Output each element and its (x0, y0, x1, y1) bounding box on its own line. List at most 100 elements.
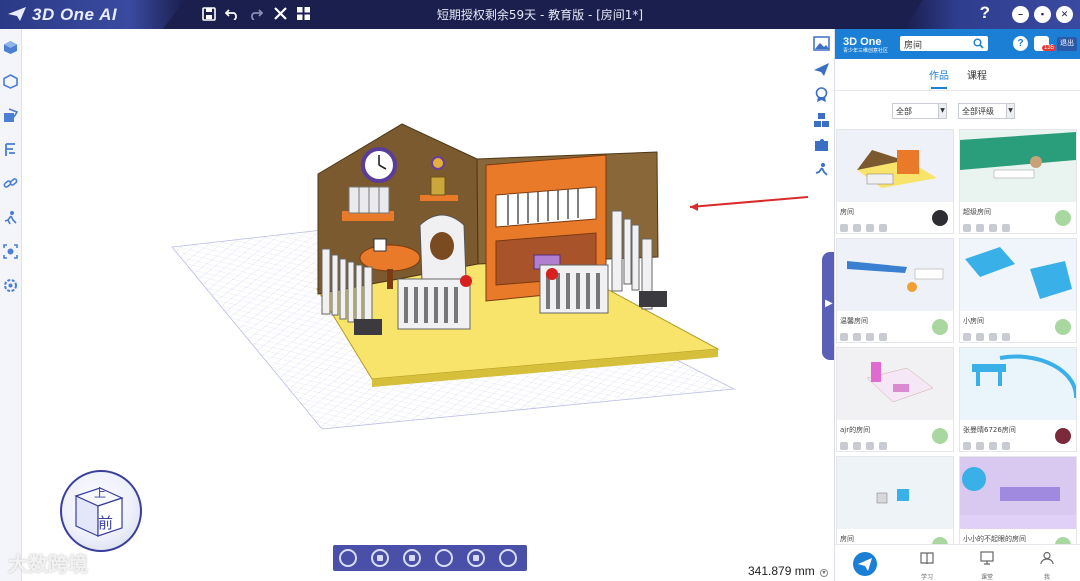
tab-courses[interactable]: 课程 (967, 67, 987, 82)
rating-filter-value: 全部评级 (962, 107, 994, 116)
measurement-readout: 341.879 mm (748, 564, 815, 578)
frame-select-icon[interactable] (3, 244, 18, 259)
category-filter-value: 全部 (896, 107, 912, 116)
panel-bottom-nav: 学习 课堂 我 (835, 544, 1080, 581)
work-name: 温馨房间 (840, 317, 868, 325)
award-icon[interactable] (813, 86, 830, 103)
work-card[interactable]: 温馨房间 (836, 238, 954, 343)
work-thumbnail (960, 348, 1076, 420)
classroom-icon (980, 551, 994, 565)
sketch-icon[interactable] (3, 74, 18, 89)
rating-filter-select[interactable]: 全部评级 ▼ (958, 103, 1015, 119)
simulation-toolbar (333, 545, 527, 571)
cubes-icon[interactable] (813, 112, 830, 129)
title-bar: 3D One AI 短期授权剩余59天 - 教育版 - [房间1*] ? – ▪… (0, 0, 1080, 29)
work-name: 小小的不起眼的房间 (963, 535, 1026, 543)
work-card[interactable]: 房间 (836, 456, 954, 544)
maximize-icon[interactable]: ▪ (1034, 6, 1051, 23)
panel-help-icon[interactable]: ? (1013, 36, 1028, 51)
work-card[interactable]: 超级房间 (959, 129, 1077, 234)
reset-icon[interactable] (435, 549, 453, 567)
work-name: 超级房间 (963, 208, 991, 216)
send-plane-icon[interactable] (813, 61, 830, 78)
nav-classroom-label: 课堂 (980, 574, 993, 581)
nav-learn-label: 学习 (920, 574, 933, 581)
view-cube[interactable]: 上 前 (60, 470, 142, 552)
work-stats (840, 328, 915, 341)
view-cube-top-label[interactable]: 上 (94, 484, 106, 501)
user-icon (1040, 551, 1054, 565)
work-card[interactable]: 小房间 (959, 238, 1077, 343)
window-close-icon[interactable]: ✕ (1056, 6, 1073, 23)
text-f-icon[interactable] (3, 142, 18, 157)
author-avatar[interactable] (1055, 537, 1071, 544)
author-avatar[interactable] (1055, 319, 1071, 335)
work-card[interactable]: 房间 (836, 129, 954, 234)
view-cube-front-label[interactable]: 前 (98, 512, 113, 533)
chevron-down-icon: ▼ (1006, 104, 1014, 118)
author-avatar[interactable] (932, 537, 948, 544)
play-icon[interactable] (371, 549, 389, 567)
app-window: 3D One AI 短期授权剩余59天 - 教育版 - [房间1*] ? – ▪… (0, 0, 1080, 581)
author-avatar[interactable] (1055, 210, 1071, 226)
work-thumbnail (837, 348, 953, 420)
right-icon-strip (808, 29, 834, 184)
message-count-badge: 135 (1042, 45, 1057, 51)
exit-button[interactable]: 退出 (1057, 37, 1077, 51)
author-avatar[interactable] (932, 319, 948, 335)
work-thumbnail (960, 239, 1076, 311)
enter-icon[interactable] (339, 549, 357, 567)
basic-shape-icon[interactable] (3, 40, 18, 55)
unit-dropdown-icon[interactable]: ▼ (820, 569, 828, 577)
works-grid: 房间 超级房间 温馨房间 小房间 ajr的房间 张曼晴6726房间 房间 小小的… (835, 129, 1080, 544)
work-stats (963, 437, 1038, 450)
power-icon[interactable] (499, 549, 517, 567)
gear-settings-icon[interactable] (3, 278, 18, 293)
puzzle-icon[interactable] (813, 137, 830, 154)
panel-header: 3D One 青少年三维创意社区 房间 ? 135 退出 (835, 29, 1080, 59)
minimize-icon[interactable]: – (1012, 6, 1029, 23)
work-card[interactable]: 张曼晴6726房间 (959, 347, 1077, 452)
fence-front-left (397, 278, 471, 330)
work-thumbnail (960, 130, 1076, 202)
work-card[interactable]: ajr的房间 (836, 347, 954, 452)
step-icon[interactable] (403, 549, 421, 567)
pointer-arrow (689, 196, 808, 208)
feature-icon[interactable] (3, 108, 18, 123)
help-icon[interactable]: ? (980, 3, 990, 23)
title-right-block (905, 0, 1080, 29)
work-thumbnail (837, 239, 953, 311)
panel-tabs: 作品 课程 (835, 59, 1080, 91)
image-icon[interactable] (813, 35, 830, 52)
author-avatar[interactable] (932, 210, 948, 226)
panel-logo: 3D One 青少年三维创意社区 (843, 36, 889, 54)
work-stats (963, 219, 1038, 232)
nav-classroom[interactable]: 课堂 (977, 551, 997, 581)
tab-works[interactable]: 作品 (929, 67, 949, 82)
nav-me[interactable]: 我 (1037, 551, 1057, 581)
author-avatar[interactable] (932, 428, 948, 444)
left-toolbar (0, 29, 22, 581)
work-stats (963, 328, 1038, 341)
panel-collapse-handle[interactable]: ▶ (822, 252, 834, 360)
active-tab-indicator (931, 87, 947, 89)
work-stats (840, 437, 915, 450)
author-avatar[interactable] (1055, 428, 1071, 444)
category-filter-select[interactable]: 全部 ▼ (892, 103, 947, 119)
work-name: ajr的房间 (840, 426, 871, 434)
search-icon[interactable] (973, 38, 984, 49)
publish-plane-icon[interactable] (853, 552, 877, 576)
work-thumbnail (837, 130, 953, 202)
chain-link-icon[interactable] (3, 176, 18, 191)
nav-learn[interactable]: 学习 (917, 551, 937, 581)
work-stats (840, 219, 915, 232)
robot-run-icon[interactable] (813, 162, 830, 179)
work-name: 小房间 (963, 317, 984, 325)
work-card[interactable]: 小小的不起眼的房间 (959, 456, 1077, 544)
community-panel: 3D One 青少年三维创意社区 房间 ? 135 退出 作品 课程 全部 ▼ 全部… (834, 29, 1080, 581)
work-name: 房间 (840, 208, 854, 216)
stop-icon[interactable] (467, 549, 485, 567)
chevron-down-icon: ▼ (938, 104, 946, 118)
work-thumbnail (960, 457, 1076, 529)
motion-icon[interactable] (3, 210, 18, 225)
